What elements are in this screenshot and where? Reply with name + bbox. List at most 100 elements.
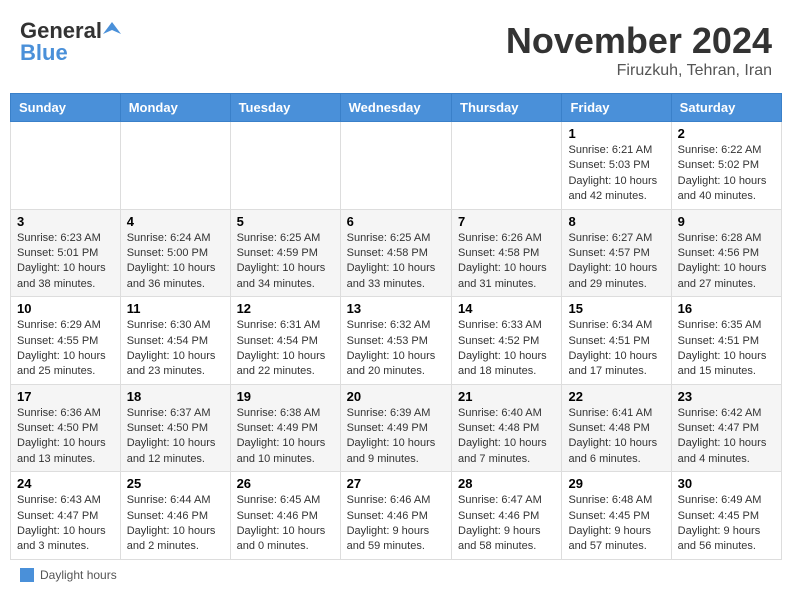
day-info: Sunrise: 6:30 AM Sunset: 4:54 PM Dayligh… <box>127 318 224 380</box>
calendar-cell: 10 Sunrise: 6:29 AM Sunset: 4:55 PM Dayli… <box>11 297 121 385</box>
calendar-cell: 9Sunrise: 6:28 AM Sunset: 4:56 PM Daylig… <box>671 209 781 297</box>
calendar-cell: 26 Sunrise: 6:45 AM Sunset: 4:46 PM Dayli… <box>230 472 340 560</box>
calendar-cell: 7Sunrise: 6:26 AM Sunset: 4:58 PM Daylig… <box>452 209 562 297</box>
day-info: Sunrise: 6:42 AM Sunset: 4:47 PM Dayligh… <box>678 406 775 468</box>
legend-color-box <box>20 568 34 582</box>
calendar-header-saturday: Saturday <box>671 94 781 122</box>
calendar-week-row: 3 Sunrise: 6:23 AM Sunset: 5:01 PM Daylig… <box>11 209 782 297</box>
calendar-cell: 23 Sunrise: 6:42 AM Sunset: 4:47 PM Dayli… <box>671 384 781 472</box>
calendar-header-monday: Monday <box>120 94 230 122</box>
calendar-cell <box>340 122 451 210</box>
calendar-cell <box>452 122 562 210</box>
day-number: 7 <box>458 214 555 229</box>
day-info: Sunrise: 6:38 AM Sunset: 4:49 PM Dayligh… <box>237 406 334 468</box>
day-info: Sunrise: 6:25 AM Sunset: 4:59 PM Dayligh… <box>237 231 334 293</box>
calendar-cell: 29 Sunrise: 6:48 AM Sunset: 4:45 PM Dayli… <box>562 472 671 560</box>
day-number: 24 <box>17 476 114 491</box>
calendar-cell: 22Sunrise: 6:41 AM Sunset: 4:48 PM Dayli… <box>562 384 671 472</box>
calendar-cell: 19 Sunrise: 6:38 AM Sunset: 4:49 PM Dayli… <box>230 384 340 472</box>
calendar-cell: 4 Sunrise: 6:24 AM Sunset: 5:00 PM Daylig… <box>120 209 230 297</box>
day-number: 23 <box>678 389 775 404</box>
calendar-cell: 21Sunrise: 6:40 AM Sunset: 4:48 PM Dayli… <box>452 384 562 472</box>
day-number: 4 <box>127 214 224 229</box>
day-number: 8 <box>568 214 664 229</box>
day-number: 18 <box>127 389 224 404</box>
calendar-cell: 2 Sunrise: 6:22 AM Sunset: 5:02 PM Daylig… <box>671 122 781 210</box>
day-info: Sunrise: 6:22 AM Sunset: 5:02 PM Dayligh… <box>678 143 775 205</box>
day-info: Sunrise: 6:33 AM Sunset: 4:52 PM Dayligh… <box>458 318 555 380</box>
calendar-cell: 30 Sunrise: 6:49 AM Sunset: 4:45 PM Dayli… <box>671 472 781 560</box>
page-header: General Blue November 2024 Firuzkuh, Teh… <box>10 10 782 85</box>
calendar-cell: 17 Sunrise: 6:36 AM Sunset: 4:50 PM Dayli… <box>11 384 121 472</box>
day-number: 21 <box>458 389 555 404</box>
day-number: 9 <box>678 214 775 229</box>
day-number: 30 <box>678 476 775 491</box>
day-number: 19 <box>237 389 334 404</box>
day-number: 12 <box>237 301 334 316</box>
day-info: Sunrise: 6:36 AM Sunset: 4:50 PM Dayligh… <box>17 406 114 468</box>
calendar-week-row: 17 Sunrise: 6:36 AM Sunset: 4:50 PM Dayli… <box>11 384 782 472</box>
calendar-cell: 20 Sunrise: 6:39 AM Sunset: 4:49 PM Dayli… <box>340 384 451 472</box>
calendar-cell: 1 Sunrise: 6:21 AM Sunset: 5:03 PM Daylig… <box>562 122 671 210</box>
day-number: 29 <box>568 476 664 491</box>
day-number: 27 <box>347 476 445 491</box>
calendar-cell: 16 Sunrise: 6:35 AM Sunset: 4:51 PM Dayli… <box>671 297 781 385</box>
month-title: November 2024 <box>506 20 772 62</box>
day-info: Sunrise: 6:35 AM Sunset: 4:51 PM Dayligh… <box>678 318 775 380</box>
calendar-header-friday: Friday <box>562 94 671 122</box>
day-info: Sunrise: 6:49 AM Sunset: 4:45 PM Dayligh… <box>678 493 775 555</box>
legend: Daylight hours <box>10 568 782 582</box>
day-info: Sunrise: 6:23 AM Sunset: 5:01 PM Dayligh… <box>17 231 114 293</box>
day-number: 15 <box>568 301 664 316</box>
calendar-cell: 28Sunrise: 6:47 AM Sunset: 4:46 PM Dayli… <box>452 472 562 560</box>
calendar-header-row: SundayMondayTuesdayWednesdayThursdayFrid… <box>11 94 782 122</box>
day-number: 13 <box>347 301 445 316</box>
calendar-cell: 13 Sunrise: 6:32 AM Sunset: 4:53 PM Dayli… <box>340 297 451 385</box>
calendar-cell <box>120 122 230 210</box>
calendar-cell: 14 Sunrise: 6:33 AM Sunset: 4:52 PM Dayli… <box>452 297 562 385</box>
day-info: Sunrise: 6:34 AM Sunset: 4:51 PM Dayligh… <box>568 318 664 380</box>
calendar-week-row: 1 Sunrise: 6:21 AM Sunset: 5:03 PM Daylig… <box>11 122 782 210</box>
location: Firuzkuh, Tehran, Iran <box>506 62 772 80</box>
day-info: Sunrise: 6:48 AM Sunset: 4:45 PM Dayligh… <box>568 493 664 555</box>
day-number: 20 <box>347 389 445 404</box>
calendar-cell: 6Sunrise: 6:25 AM Sunset: 4:58 PM Daylig… <box>340 209 451 297</box>
day-number: 3 <box>17 214 114 229</box>
day-info: Sunrise: 6:32 AM Sunset: 4:53 PM Dayligh… <box>347 318 445 380</box>
calendar-cell: 27 Sunrise: 6:46 AM Sunset: 4:46 PM Dayli… <box>340 472 451 560</box>
day-info: Sunrise: 6:46 AM Sunset: 4:46 PM Dayligh… <box>347 493 445 555</box>
calendar-header-wednesday: Wednesday <box>340 94 451 122</box>
day-info: Sunrise: 6:45 AM Sunset: 4:46 PM Dayligh… <box>237 493 334 555</box>
day-number: 16 <box>678 301 775 316</box>
calendar-cell: 24 Sunrise: 6:43 AM Sunset: 4:47 PM Dayli… <box>11 472 121 560</box>
logo: General Blue <box>20 20 121 64</box>
day-info: Sunrise: 6:43 AM Sunset: 4:47 PM Dayligh… <box>17 493 114 555</box>
day-number: 22 <box>568 389 664 404</box>
day-number: 10 <box>17 301 114 316</box>
calendar-cell: 8 Sunrise: 6:27 AM Sunset: 4:57 PM Daylig… <box>562 209 671 297</box>
calendar-cell: 15 Sunrise: 6:34 AM Sunset: 4:51 PM Dayli… <box>562 297 671 385</box>
day-number: 17 <box>17 389 114 404</box>
calendar-week-row: 10 Sunrise: 6:29 AM Sunset: 4:55 PM Dayli… <box>11 297 782 385</box>
day-number: 14 <box>458 301 555 316</box>
calendar-cell <box>11 122 121 210</box>
day-info: Sunrise: 6:39 AM Sunset: 4:49 PM Dayligh… <box>347 406 445 468</box>
legend-label: Daylight hours <box>40 568 117 582</box>
day-info: Sunrise: 6:27 AM Sunset: 4:57 PM Dayligh… <box>568 231 664 293</box>
day-info: Sunrise: 6:24 AM Sunset: 5:00 PM Dayligh… <box>127 231 224 293</box>
logo-blue-text: Blue <box>20 42 68 64</box>
day-number: 26 <box>237 476 334 491</box>
calendar-cell <box>230 122 340 210</box>
calendar-cell: 11 Sunrise: 6:30 AM Sunset: 4:54 PM Dayli… <box>120 297 230 385</box>
day-number: 28 <box>458 476 555 491</box>
day-info: Sunrise: 6:21 AM Sunset: 5:03 PM Dayligh… <box>568 143 664 205</box>
day-number: 1 <box>568 126 664 141</box>
logo-bird-icon <box>103 20 121 38</box>
calendar-header-sunday: Sunday <box>11 94 121 122</box>
day-info: Sunrise: 6:29 AM Sunset: 4:55 PM Dayligh… <box>17 318 114 380</box>
calendar-cell: 12Sunrise: 6:31 AM Sunset: 4:54 PM Dayli… <box>230 297 340 385</box>
day-number: 11 <box>127 301 224 316</box>
day-number: 25 <box>127 476 224 491</box>
calendar-header-tuesday: Tuesday <box>230 94 340 122</box>
day-number: 2 <box>678 126 775 141</box>
